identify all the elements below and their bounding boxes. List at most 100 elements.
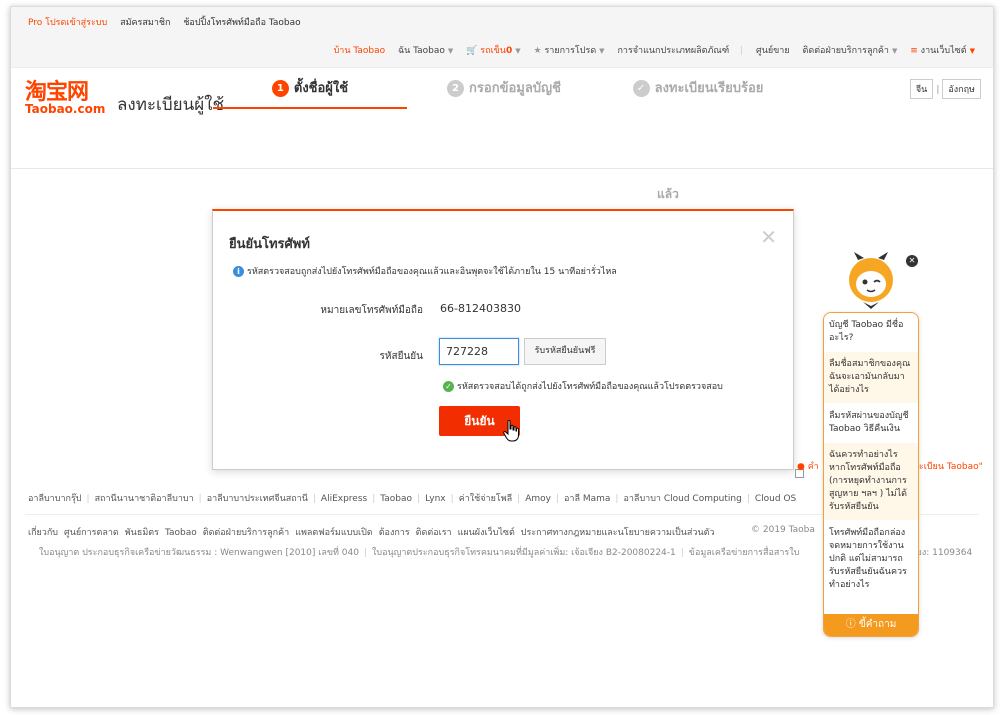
license-link[interactable]: ใบอนุญาตประกอบธุรกิจโทรคมนาคมที่มีมูลค่า… xyxy=(372,548,676,558)
code-sent-message: ✓ รหัสตรวจสอบได้ถูกส่งไปยังโทรศัพท์มือถือ… xyxy=(443,379,723,393)
cart-count: 0 xyxy=(505,46,513,56)
footer-link[interactable]: อาลีบาบาประเทศจีนสถานี xyxy=(207,494,308,504)
login-link[interactable]: Pro โปรดเข้าสู่ระบบ xyxy=(28,18,107,28)
menu-icon: ≡ xyxy=(910,46,918,56)
license-link[interactable]: ใบอนุญาต ประกอบธุรกิจเครือข่ายวัฒนธรรม :… xyxy=(39,548,359,558)
help-question[interactable]: ลืมรหัสผ่านของบัญชี Taobao วิธีคืนเงิน xyxy=(824,404,918,443)
taobao-logo[interactable]: 淘宝网 Taobao.com xyxy=(25,81,111,116)
nav-favorites[interactable]: ★ รายการโปรด ▼ xyxy=(533,43,604,57)
divider: | xyxy=(450,494,454,504)
nav-seller-center[interactable]: ศูนย์ขาย xyxy=(756,43,790,57)
check-icon: ✓ xyxy=(443,381,454,392)
footer-about-link[interactable]: ต้องการ xyxy=(379,528,410,538)
ask-question-label: ขี้คำถาม xyxy=(858,619,897,630)
phone-label: หมายเลขโทรศัพท์มือถือ xyxy=(320,305,423,316)
help-question[interactable]: โทรศัพท์มือถือกล่องจดหมายการใช้งานปกติ แ… xyxy=(824,521,918,599)
code-label: รหัสยืนยัน xyxy=(379,351,423,362)
footer-link[interactable]: Amoy xyxy=(525,494,551,504)
divider: | xyxy=(198,494,202,504)
chevron-down-icon: ▼ xyxy=(515,47,521,55)
help-icon: ⓘ xyxy=(845,619,856,630)
language-switch: จีน | อังกฤษ xyxy=(909,79,981,99)
footer-link[interactable]: อาลีบาบา Cloud Computing xyxy=(623,494,741,504)
footer-about-link[interactable]: แพลตฟอร์มแบบเปิด xyxy=(295,528,373,538)
divider: | xyxy=(517,494,521,504)
footer-about-link[interactable]: Taobao xyxy=(165,528,197,538)
footer-about-link[interactable]: ประกาศทางกฎหมายและนโยบายความเป็นส่วนตัว xyxy=(521,528,715,538)
chevron-down-icon: ▼ xyxy=(599,47,605,55)
divider: | xyxy=(555,494,560,504)
phone-value: 66-812403830 xyxy=(440,302,521,315)
nav-cart[interactable]: 🛒 รถเข็น0 ▼ xyxy=(466,43,520,57)
divider: | xyxy=(936,85,940,95)
cart-icon: 🛒 xyxy=(466,46,478,56)
verification-code-input[interactable] xyxy=(439,338,519,365)
register-link[interactable]: สมัครสมาชิก xyxy=(120,18,170,28)
nav-categories[interactable]: การจำแนกประเภทผลิตภัณฑ์ xyxy=(617,43,729,57)
info-icon: ● xyxy=(797,462,805,472)
footer-link[interactable]: อาลี Mama xyxy=(564,494,610,504)
help-question[interactable]: ฉันควรทำอย่างไรหากโทรศัพท์มือถือ (การหยุ… xyxy=(824,443,918,521)
nav-favorites-label: รายการโปรด xyxy=(544,46,597,56)
registration-steps: 1 ตั้งชื่อผู้ใช้ 2 กรอกข้อมูลบัญชี ✓ ลงทะเบ… xyxy=(213,77,795,117)
footer-about-link[interactable]: พันธมิตร xyxy=(125,528,159,538)
footer-links: อาลีบาบากรุ๊ป | สถานีนานาชาติอาลีบาบา | อาลี… xyxy=(28,491,796,505)
footer-link[interactable]: Cloud OS xyxy=(755,494,796,504)
copyright: © 2019 Taoba xyxy=(751,525,815,535)
divider: | xyxy=(363,548,368,558)
help-question[interactable]: บัญชี Taobao มีชื่ออะไร? xyxy=(824,313,918,352)
mobile-shopping-link[interactable]: ช้อปปิ้งโทรศัพท์มือถือ Taobao xyxy=(183,18,300,28)
side-link-b[interactable]: ทะเบียน Taobao" xyxy=(913,459,983,473)
logo-chinese: 淘宝网 xyxy=(25,79,89,105)
footer-about-link[interactable]: เกี่ยวกับ xyxy=(28,528,58,538)
step-label: ลงทะเบียนเรียบร้อย xyxy=(654,81,764,96)
nav-sitemap[interactable]: ≡ งานเว็บไซต์ ▼ xyxy=(910,43,975,57)
step-number: 2 xyxy=(447,80,465,97)
footer-link[interactable]: ค่าใช้จ่ายโพลี xyxy=(459,494,512,504)
get-code-button[interactable]: รับรหัสยืนยันฟรี xyxy=(524,338,606,365)
nav-sitemap-label: งานเว็บไซต์ xyxy=(920,46,967,56)
license-link[interactable]: ข้อมูลเครือข่ายการสื่อสารใบ xyxy=(689,548,800,558)
step-set-username: 1 ตั้งชื่อผู้ใช้ xyxy=(213,77,407,109)
footer-link[interactable]: Taobao xyxy=(380,494,412,504)
hand-cursor-icon xyxy=(503,420,519,442)
step-label: ตั้งชื่อผู้ใช้ xyxy=(293,81,349,96)
footer-link[interactable]: อาลีบาบากรุ๊ป xyxy=(28,494,82,504)
help-question[interactable]: ลืมชื่อสมาชิกของคุณฉันจะเอามันกลับมาได้อ… xyxy=(824,352,918,404)
nav-my-taobao[interactable]: ฉัน Taobao ▼ xyxy=(398,43,453,57)
nav-my-taobao-label: ฉัน Taobao xyxy=(398,46,445,56)
top-bar: Pro โปรดเข้าสู่ระบบ สมัครสมาชิก ช้อปปิ้ง… xyxy=(11,7,993,68)
chevron-down-icon: ▼ xyxy=(891,47,898,55)
footer-about-link[interactable]: ติดต่อเรา xyxy=(416,528,452,538)
top-nav: บ้าน Taobao ฉัน Taobao ▼ 🛒 รถเข็น0 ▼ ★ ราย… xyxy=(324,43,975,57)
info-text: รหัสตรวจสอบถูกส่งไปยังโทรศัพท์มือถือของค… xyxy=(247,267,617,277)
dialog-title: ยืนยันโทรศัพท์ xyxy=(229,237,310,252)
footer-about-link[interactable]: ติดต่อฝ่ายบริการลูกค้า xyxy=(203,528,289,538)
divider: | xyxy=(680,548,684,558)
divider: | xyxy=(312,494,316,504)
info-message: i รหัสตรวจสอบถูกส่งไปยังโทรศัพท์มือถือของ… xyxy=(233,264,617,278)
help-panel: บัญชี Taobao มีชื่ออะไร? ลืมชื่อสมาชิกขอ… xyxy=(823,312,919,637)
step-label-continued: แล้ว xyxy=(657,187,679,201)
footer-about-link[interactable]: ศูนย์การตลาด xyxy=(64,528,119,538)
nav-customer-service[interactable]: ติดต่อฝ่ายบริการลูกค้า ▼ xyxy=(803,43,898,57)
footer-about-link[interactable]: แผนผังเว็บไซต์ xyxy=(458,528,515,538)
lang-english-button[interactable]: อังกฤษ xyxy=(942,79,981,99)
close-icon[interactable]: ✕ xyxy=(906,255,918,267)
divider: | xyxy=(615,494,619,504)
footer-link[interactable]: สถานีนานาชาติอาลีบาบา xyxy=(95,494,194,504)
page-title: ลงทะเบียนผู้ใช้ xyxy=(117,95,225,115)
step-number: 1 xyxy=(271,80,289,97)
footer-link[interactable]: AliExpress xyxy=(321,494,367,504)
info-icon: i xyxy=(233,266,244,277)
mascot-icon[interactable] xyxy=(844,252,898,312)
footer-link[interactable]: Lynx xyxy=(425,494,446,504)
browser-page: Pro โปรดเข้าสู่ระบบ สมัครสมาชิก ช้อปปิ้ง… xyxy=(10,6,994,708)
side-link[interactable]: ● คำ xyxy=(797,459,819,473)
close-icon[interactable]: ✕ xyxy=(760,227,777,247)
ask-question-button[interactable]: ⓘ ขี้คำถาม xyxy=(824,614,918,636)
logo-english: Taobao.com xyxy=(25,102,106,116)
nav-home[interactable]: บ้าน Taobao xyxy=(334,43,386,57)
star-icon: ★ xyxy=(533,46,542,56)
lang-chinese-button[interactable]: จีน xyxy=(909,79,934,99)
